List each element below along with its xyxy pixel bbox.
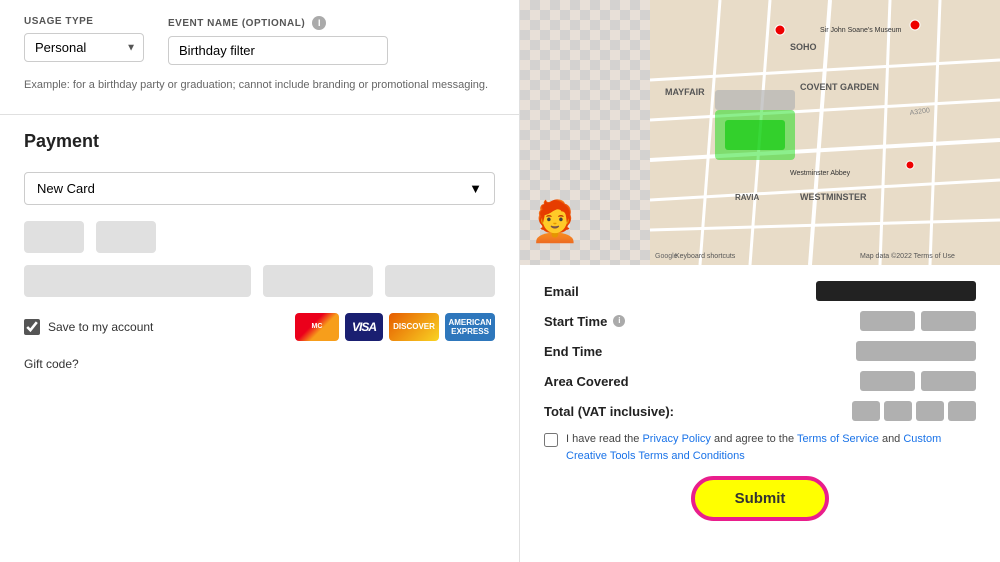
start-time-values: [860, 311, 976, 331]
new-card-chevron-icon: ▼: [469, 181, 482, 196]
end-time-value: [856, 341, 976, 361]
svg-text:MAYFAIR: MAYFAIR: [665, 87, 705, 97]
event-name-group: EVENT NAME (OPTIONAL) i: [168, 16, 388, 65]
card-name-field[interactable]: [24, 265, 251, 297]
usage-type-select-wrapper[interactable]: Personal Business ▼: [24, 33, 144, 62]
card-expiry-field[interactable]: [263, 265, 373, 297]
area-value-1: [860, 371, 915, 391]
start-time-row: Start Time i: [544, 311, 976, 331]
event-section: USAGE TYPE Personal Business ▼ EVENT NAM…: [0, 0, 519, 115]
helper-text: Example: for a birthday party or graduat…: [24, 77, 495, 94]
total-values: [852, 401, 976, 421]
svg-text:WESTMINSTER: WESTMINSTER: [800, 192, 867, 202]
new-card-label: New Card: [37, 181, 95, 196]
info-icon[interactable]: i: [312, 16, 326, 30]
new-card-dropdown[interactable]: New Card ▼: [24, 172, 495, 205]
svg-text:COVENT GARDEN: COVENT GARDEN: [800, 82, 879, 92]
card-logos: MC VISA DISCOVER AMERICAN EXPRESS: [295, 313, 495, 341]
event-name-input[interactable]: [168, 36, 388, 65]
tos-checkbox[interactable]: [544, 433, 558, 447]
card-field-2[interactable]: [96, 221, 156, 253]
save-checkbox[interactable]: [24, 319, 40, 335]
payment-title: Payment: [24, 131, 495, 152]
svg-text:Keyboard shortcuts: Keyboard shortcuts: [675, 253, 736, 260]
amex-logo: AMERICAN EXPRESS: [445, 313, 495, 341]
save-row: Save to my account MC VISA DISCOVER AMER…: [24, 313, 495, 341]
total-chip-2: [884, 401, 912, 421]
email-row: Email: [544, 281, 976, 301]
area-covered-row: Area Covered: [544, 371, 976, 391]
map-container: 🧑‍🦰 SOHO MAYFAIR COVENT GARDEN: [520, 0, 1000, 265]
info-panel: Email Start Time i End Time Area Covered: [520, 265, 1000, 562]
left-panel: USAGE TYPE Personal Business ▼ EVENT NAM…: [0, 0, 520, 562]
visa-logo: VISA: [345, 313, 383, 341]
card-field-1[interactable]: [24, 221, 84, 253]
end-time-row: End Time: [544, 341, 976, 361]
area-covered-label: Area Covered: [544, 374, 629, 389]
area-value-2: [921, 371, 976, 391]
svg-text:Sir John Soane's Museum: Sir John Soane's Museum: [820, 27, 902, 34]
start-time-value-2: [921, 311, 976, 331]
save-label-text: Save to my account: [48, 320, 153, 334]
total-chip-3: [916, 401, 944, 421]
start-time-value-1: [860, 311, 915, 331]
usage-type-label: USAGE TYPE: [24, 16, 144, 27]
map-svg: SOHO MAYFAIR COVENT GARDEN RAVIA WESTMIN…: [520, 0, 1000, 265]
save-label[interactable]: Save to my account: [24, 319, 153, 335]
tos-row: I have read the Privacy Policy and agree…: [544, 431, 976, 464]
card-cvv-field[interactable]: [385, 265, 495, 297]
svg-text:Map data ©2022 Terms of Use: Map data ©2022 Terms of Use: [860, 252, 955, 260]
start-time-label: Start Time i: [544, 314, 625, 329]
event-name-label: EVENT NAME (OPTIONAL) i: [168, 16, 388, 30]
total-row: Total (VAT inclusive):: [544, 401, 976, 421]
total-chip-1: [852, 401, 880, 421]
card-number-row: [24, 221, 495, 253]
total-chip-4: [948, 401, 976, 421]
field-row: USAGE TYPE Personal Business ▼ EVENT NAM…: [24, 16, 495, 65]
submit-wrapper: Submit: [544, 476, 976, 521]
start-time-info-icon[interactable]: i: [613, 315, 625, 327]
right-panel: 🧑‍🦰 SOHO MAYFAIR COVENT GARDEN: [520, 0, 1000, 562]
total-label: Total (VAT inclusive):: [544, 404, 674, 419]
svg-text:RAVIA: RAVIA: [735, 193, 760, 202]
mastercard-logo: MC: [295, 313, 339, 341]
terms-of-service-link[interactable]: Terms of Service: [797, 433, 879, 445]
payment-section: Payment New Card ▼ Save to my account MC: [0, 115, 519, 391]
gift-code-link[interactable]: Gift code?: [24, 357, 495, 371]
discover-logo: DISCOVER: [389, 313, 439, 341]
usage-type-group: USAGE TYPE Personal Business ▼: [24, 16, 144, 62]
svg-text:Westminster Abbey: Westminster Abbey: [790, 170, 851, 177]
end-time-label: End Time: [544, 344, 602, 359]
submit-button[interactable]: Submit: [691, 476, 830, 521]
area-values: [860, 371, 976, 391]
svg-text:SOHO: SOHO: [790, 42, 817, 52]
tos-text: I have read the Privacy Policy and agree…: [566, 431, 976, 464]
privacy-policy-link[interactable]: Privacy Policy: [642, 433, 710, 445]
card-details-row: [24, 265, 495, 297]
email-label: Email: [544, 284, 579, 299]
email-value: [816, 281, 976, 301]
usage-type-select[interactable]: Personal Business: [24, 33, 144, 62]
